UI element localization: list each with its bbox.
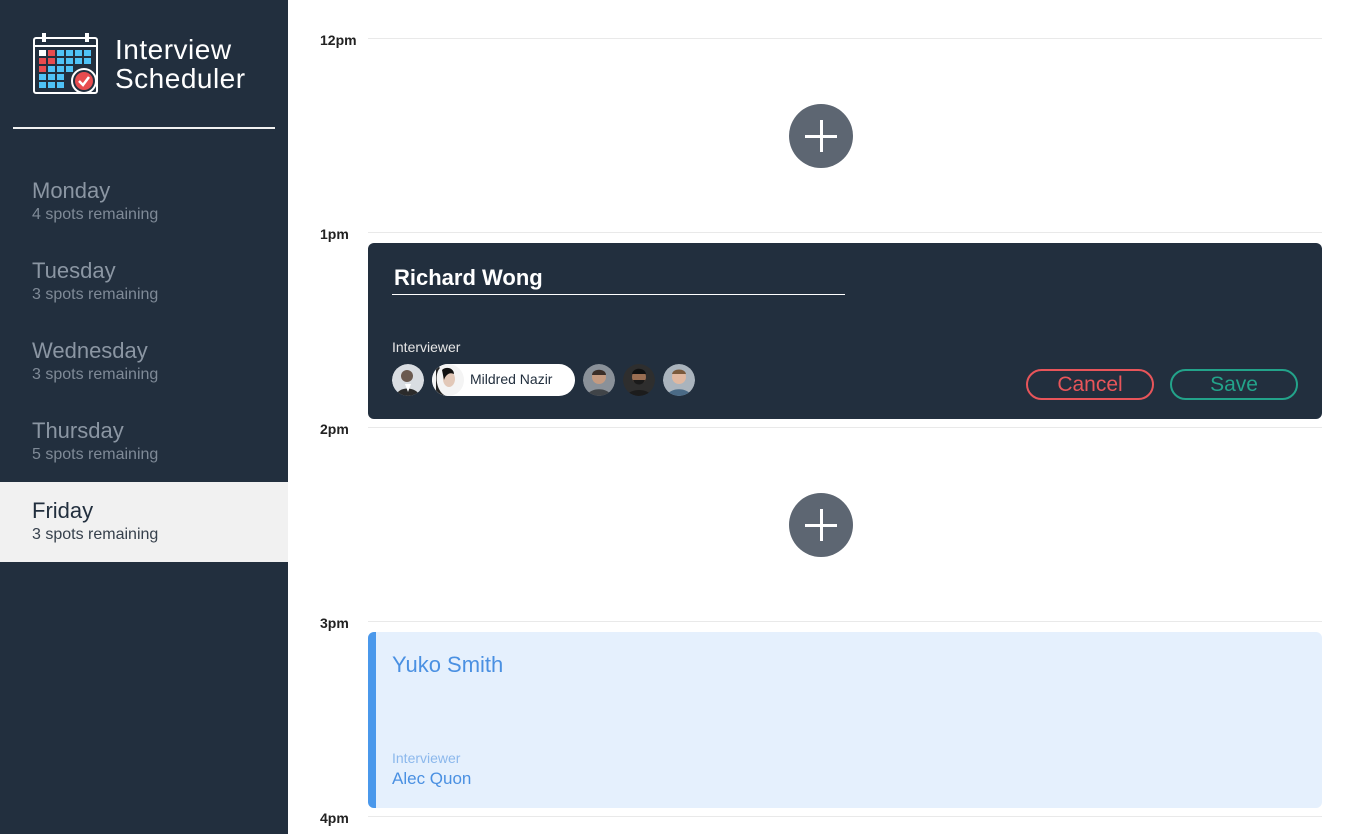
day-name: Wednesday: [32, 338, 148, 363]
day-name: Thursday: [32, 418, 124, 443]
time-label-4pm: 4pm: [320, 810, 349, 826]
avatar: [583, 364, 615, 396]
save-button[interactable]: Save: [1170, 369, 1298, 400]
appointment-form: Interviewer Mildred Nazir: [368, 243, 1322, 419]
student-name-input[interactable]: [392, 261, 845, 295]
avatar: [432, 364, 464, 396]
cancel-button[interactable]: Cancel: [1026, 369, 1154, 400]
time-label-2pm: 2pm: [320, 421, 349, 437]
avatar: [663, 364, 695, 396]
day-spots: 3 spots remaining: [32, 526, 159, 543]
day-item-monday[interactable]: Monday 4 spots remaining: [0, 162, 288, 242]
student-name: Yuko Smith: [392, 652, 504, 677]
sidebar: Interview Scheduler Monday 4 spots remai…: [0, 0, 288, 834]
interviewer-avatar[interactable]: [623, 364, 655, 396]
brand: Interview Scheduler: [33, 33, 273, 97]
day-spots: 3 spots remaining: [32, 286, 159, 303]
interviewer-avatar[interactable]: [392, 364, 424, 396]
day-name: Monday: [32, 178, 111, 203]
interviewer-avatar[interactable]: [583, 364, 615, 396]
time-divider: [368, 427, 1322, 428]
booked-appointment[interactable]: Yuko Smith Interviewer Alec Quon: [368, 632, 1322, 808]
avatar: [623, 364, 655, 396]
day-spots: 4 spots remaining: [32, 206, 159, 223]
interviewer-name: Mildred Nazir: [470, 371, 553, 387]
interviewer-name: Alec Quon: [392, 769, 472, 788]
day-name: Tuesday: [32, 258, 116, 283]
time-divider: [368, 38, 1322, 39]
day-list: Monday 4 spots remaining Tuesday 3 spots…: [0, 162, 288, 562]
day-spots: 5 spots remaining: [32, 446, 159, 463]
day-spots: 3 spots remaining: [32, 366, 159, 383]
avatar: [392, 364, 424, 396]
app-title-line1: Interview: [115, 34, 232, 65]
day-item-thursday[interactable]: Thursday 5 spots remaining: [0, 402, 288, 482]
app-title: Interview Scheduler: [115, 35, 246, 93]
day-item-friday[interactable]: Friday 3 spots remaining: [0, 482, 288, 562]
add-appointment-button[interactable]: [789, 493, 853, 557]
time-divider: [368, 621, 1322, 622]
day-item-tuesday[interactable]: Tuesday 3 spots remaining: [0, 242, 288, 322]
time-divider: [368, 816, 1322, 817]
interviewer-label: Interviewer: [392, 339, 461, 355]
schedule: 12pm 1pm Interviewer: [288, 0, 1352, 834]
interviewer-selected[interactable]: Mildred Nazir: [432, 364, 575, 396]
time-label-12pm: 12pm: [320, 32, 357, 48]
calendar-logo-icon: [33, 33, 98, 94]
appointment-accent-bar: [368, 632, 376, 808]
interviewer-avatar[interactable]: [663, 364, 695, 396]
time-label-3pm: 3pm: [320, 615, 349, 631]
day-name: Friday: [32, 498, 94, 523]
interviewer-label: Interviewer: [392, 750, 461, 766]
sidebar-divider: [13, 127, 275, 129]
app-title-line2: Scheduler: [115, 63, 246, 94]
time-label-1pm: 1pm: [320, 226, 349, 242]
day-item-wednesday[interactable]: Wednesday 3 spots remaining: [0, 322, 288, 402]
add-appointment-button[interactable]: [789, 104, 853, 168]
time-divider: [368, 232, 1322, 233]
